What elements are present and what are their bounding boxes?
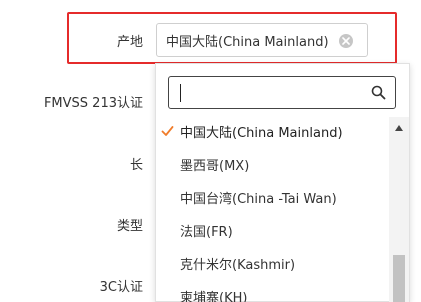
origin-select[interactable]: 中国大陆(China Mainland) [156, 23, 368, 57]
chevron-up-icon[interactable] [395, 125, 403, 131]
origin-select-value: 中国大陆(China Mainland) [166, 34, 329, 50]
form-page: 产地 FMVSS 213认证 长 类型 3C认证 中国大陆(China Main… [0, 0, 421, 302]
option-item[interactable]: 中国台湾(China -Tai Wan) [156, 181, 388, 214]
option-item[interactable]: 中国大陆(China Mainland) [156, 115, 388, 148]
option-item[interactable]: 柬埔寨(KH) [156, 280, 388, 302]
option-item[interactable]: 法国(FR) [156, 214, 388, 247]
option-label: 墨西哥(MX) [180, 159, 250, 174]
clear-icon[interactable] [339, 34, 353, 48]
scrollbar-thumb[interactable] [393, 255, 405, 302]
origin-dropdown: 中国大陆(China Mainland) 墨西哥(MX) 中国台湾(China … [155, 63, 410, 302]
text-caret [180, 84, 181, 102]
dropdown-scrollbar[interactable] [389, 117, 409, 302]
option-label: 中国大陆(China Mainland) [180, 126, 343, 141]
option-item[interactable]: 墨西哥(MX) [156, 148, 388, 181]
option-label: 法国(FR) [180, 225, 233, 240]
option-label: 柬埔寨(KH) [180, 291, 248, 302]
dropdown-options: 中国大陆(China Mainland) 墨西哥(MX) 中国台湾(China … [156, 115, 388, 302]
fmvss-label: FMVSS 213认证 [43, 96, 143, 111]
option-label: 克什米尔(Kashmir) [180, 258, 296, 273]
ccc-label: 3C认证 [99, 280, 143, 295]
clear-icon-glyph [342, 37, 350, 45]
option-item[interactable]: 克什米尔(Kashmir) [156, 247, 388, 280]
dropdown-search-input[interactable] [179, 83, 359, 103]
option-label: 中国台湾(China -Tai Wan) [180, 192, 337, 207]
check-icon [161, 126, 174, 136]
dropdown-search-box[interactable] [168, 76, 396, 109]
search-icon[interactable] [371, 85, 386, 100]
type-label: 类型 [116, 219, 143, 234]
length-label: 长 [129, 158, 143, 173]
